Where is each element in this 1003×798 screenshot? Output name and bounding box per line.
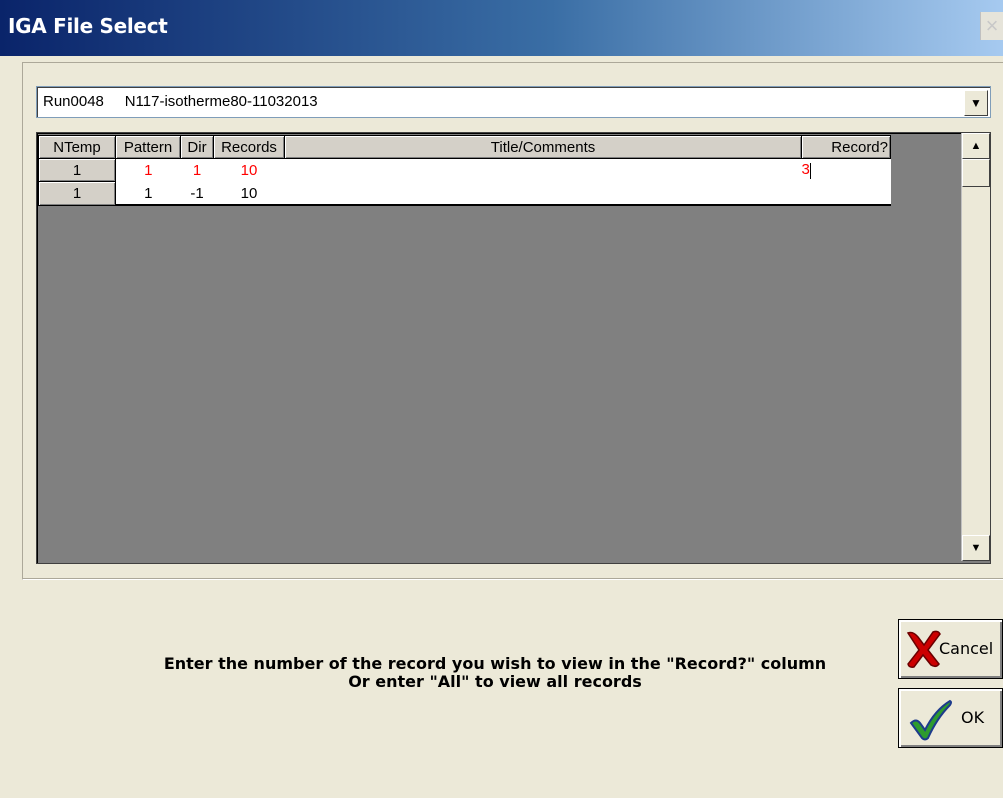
record-value: 3: [801, 161, 810, 179]
column-header-records[interactable]: Records: [213, 135, 285, 159]
cell-pattern[interactable]: 1: [115, 181, 181, 206]
combo-dropdown-button[interactable]: ▼: [964, 90, 988, 116]
instruction-line-1: Enter the number of the record you wish …: [163, 654, 827, 673]
cell-record-input[interactable]: [801, 181, 891, 206]
cell-dir[interactable]: 1: [180, 158, 214, 182]
title-bar: IGA File Select ×: [0, 0, 1003, 56]
file-select-value: Run0048 N117-isotherme80-11032013: [43, 93, 318, 110]
ok-button[interactable]: OK: [898, 688, 1003, 748]
cancel-button[interactable]: Cancel: [898, 619, 1003, 679]
close-button[interactable]: ×: [980, 12, 1003, 40]
cell-record-input[interactable]: 3: [801, 158, 891, 182]
column-header-pattern[interactable]: Pattern: [115, 135, 181, 159]
scroll-down-button[interactable]: ▼: [962, 535, 990, 561]
records-grid: NTemp Pattern Dir Records Title/Comments…: [36, 132, 991, 564]
instruction-line-2: Or enter "All" to view all records: [348, 672, 642, 691]
instructions: Enter the number of the record you wish …: [120, 655, 870, 691]
file-select-combo[interactable]: Run0048 N117-isotherme80-11032013 ▼: [36, 86, 991, 118]
column-header-ntemp[interactable]: NTemp: [38, 135, 116, 159]
row-header-ntemp[interactable]: 1: [38, 158, 116, 182]
column-header-dir[interactable]: Dir: [180, 135, 214, 159]
cell-pattern[interactable]: 1: [115, 158, 181, 182]
table-row[interactable]: 1 1 -1 10: [38, 181, 891, 206]
cell-records[interactable]: 10: [213, 181, 285, 206]
scroll-thumb[interactable]: [962, 159, 990, 187]
vertical-scrollbar[interactable]: ▲ ▼: [961, 133, 990, 561]
green-check-icon: [909, 699, 952, 741]
records-table: NTemp Pattern Dir Records Title/Comments…: [38, 135, 891, 206]
column-header-record[interactable]: Record?: [801, 135, 891, 159]
cancel-label: Cancel: [939, 639, 994, 658]
text-cursor: [809, 162, 811, 179]
ok-label: OK: [961, 708, 985, 727]
cell-title-comments[interactable]: [284, 181, 802, 206]
scroll-up-button[interactable]: ▲: [962, 133, 990, 159]
column-header-title-comments[interactable]: Title/Comments: [284, 135, 802, 159]
cell-dir[interactable]: -1: [180, 181, 214, 206]
cell-records[interactable]: 10: [213, 158, 285, 182]
cell-title-comments[interactable]: [284, 158, 802, 182]
window-title: IGA File Select: [8, 14, 168, 38]
table-row[interactable]: 1 1 1 10 3: [38, 158, 891, 182]
red-x-icon: [906, 630, 941, 668]
row-header-ntemp[interactable]: 1: [38, 181, 116, 206]
